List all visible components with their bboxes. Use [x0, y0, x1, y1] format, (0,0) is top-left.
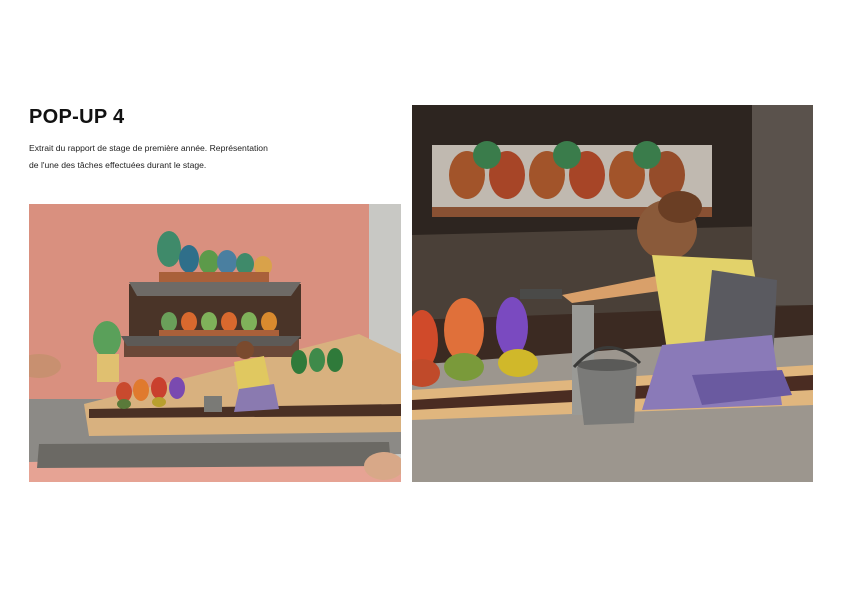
pop-up-book-illustration	[29, 204, 401, 482]
description-line-1: Extrait du rapport de stage de première …	[29, 143, 268, 153]
page-title: POP-UP 4	[29, 106, 125, 128]
right-plants	[291, 348, 343, 374]
gardener-closeup-illustration	[412, 105, 813, 482]
pop-up-book-overview-photo	[29, 204, 401, 482]
pop-up-gardener-closeup-photo	[412, 105, 813, 482]
description-line-2: de l'une des tâches effectuées durant le…	[29, 160, 207, 170]
description: Extrait du rapport de stage de première …	[29, 140, 309, 174]
